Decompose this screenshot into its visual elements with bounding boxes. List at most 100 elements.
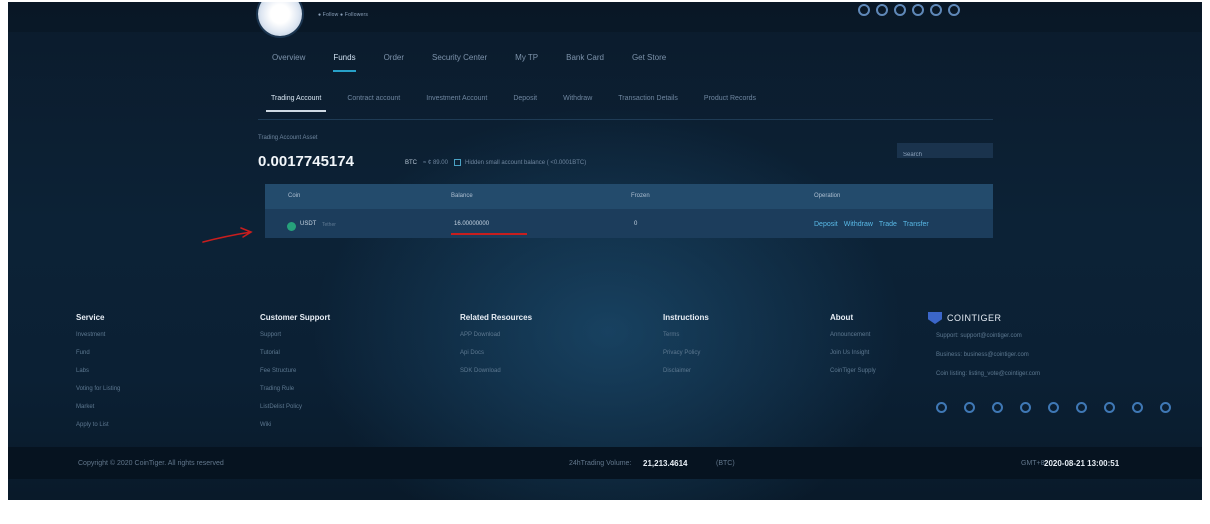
footer-link[interactable]: SDK Download bbox=[460, 368, 532, 374]
social-circle-icon[interactable] bbox=[948, 4, 960, 16]
search-input[interactable] bbox=[897, 147, 993, 163]
footer-support: Customer Support Support Tutorial Fee St… bbox=[260, 313, 330, 440]
operation-links: Deposit Withdraw Trade Transfer bbox=[814, 221, 929, 228]
footer-instructions-title: Instructions bbox=[663, 313, 709, 322]
timezone-label: GMT+8 bbox=[1021, 460, 1045, 467]
server-time: 2020-08-21 13:00:51 bbox=[1044, 459, 1120, 468]
footer-link[interactable]: Announcement bbox=[830, 332, 876, 338]
footer-social-icons bbox=[936, 402, 1171, 413]
social-circle-icon[interactable] bbox=[992, 402, 1003, 413]
social-circle-icon[interactable] bbox=[858, 4, 870, 16]
asset-value: 0.0017745174 bbox=[258, 153, 354, 170]
asset-label: Trading Account Asset bbox=[258, 135, 318, 141]
trade-link[interactable]: Trade bbox=[879, 221, 897, 228]
deposit-link[interactable]: Deposit bbox=[814, 221, 838, 228]
user-tags: ● Follow ● Followers bbox=[318, 12, 369, 18]
social-circle-icon[interactable] bbox=[1020, 402, 1031, 413]
volume-unit: (BTC) bbox=[716, 460, 735, 467]
social-circle-icon[interactable] bbox=[936, 402, 947, 413]
header-operation: Operation bbox=[814, 193, 841, 199]
footer-link[interactable]: Labs bbox=[76, 368, 120, 374]
tab-contract-account[interactable]: Contract account bbox=[334, 94, 413, 116]
social-circle-icon[interactable] bbox=[1132, 402, 1143, 413]
footer-about-title: About bbox=[830, 313, 854, 322]
sub-nav: Trading Account Contract account Investm… bbox=[258, 94, 769, 116]
transfer-link[interactable]: Transfer bbox=[903, 221, 929, 228]
social-circle-icon[interactable] bbox=[964, 402, 975, 413]
footer-resources-title: Related Resources bbox=[460, 313, 533, 322]
nav-my-tp[interactable]: My TP bbox=[501, 52, 552, 74]
social-circle-icon[interactable] bbox=[1048, 402, 1059, 413]
frozen-value: 0 bbox=[634, 221, 638, 227]
support-email[interactable]: Support: support@cointiger.com bbox=[936, 333, 1022, 339]
footer-link[interactable]: CoinTiger Supply bbox=[830, 368, 876, 374]
header-strip bbox=[8, 2, 1202, 32]
coin-subname: Tether bbox=[322, 222, 336, 228]
tab-trading-account[interactable]: Trading Account bbox=[258, 94, 334, 116]
copyright: Copyright © 2020 CoinTiger. All rights r… bbox=[78, 460, 224, 467]
nav-bank-card[interactable]: Bank Card bbox=[552, 52, 618, 74]
footer-link[interactable]: Tutorial bbox=[260, 350, 330, 356]
footer-service: Service Investment Fund Labs Voting for … bbox=[76, 313, 120, 440]
footer-link[interactable]: Fund bbox=[76, 350, 120, 356]
tab-investment-account[interactable]: Investment Account bbox=[413, 94, 500, 116]
footer-link[interactable]: Disclaimer bbox=[663, 368, 709, 374]
footer-link[interactable]: Api Docs bbox=[460, 350, 532, 356]
footer-link[interactable]: Terms bbox=[663, 332, 709, 338]
tab-deposit[interactable]: Deposit bbox=[500, 94, 550, 116]
social-circle-icon[interactable] bbox=[930, 4, 942, 16]
coin-name: USDT bbox=[300, 221, 317, 227]
footer-instructions: Instructions Terms Privacy Policy Discla… bbox=[663, 313, 709, 386]
withdraw-link[interactable]: Withdraw bbox=[844, 221, 873, 228]
balance-value: 16.00000000 bbox=[454, 221, 490, 227]
footer-link[interactable]: Trading Rule bbox=[260, 386, 330, 392]
footer-link[interactable]: Support bbox=[260, 332, 330, 338]
footer-about: About Announcement Join Us Insight CoinT… bbox=[830, 313, 876, 386]
footer-link[interactable]: Privacy Policy bbox=[663, 350, 709, 356]
bottom-bar: Copyright © 2020 CoinTiger. All rights r… bbox=[8, 447, 1202, 479]
header-frozen: Frozen bbox=[631, 193, 650, 199]
hide-small-balance-label: Hidden small account balance ( <0.0001BT… bbox=[465, 160, 587, 166]
social-circle-icon[interactable] bbox=[894, 4, 906, 16]
footer-link[interactable]: Wiki bbox=[260, 422, 330, 428]
brand-logo[interactable]: COINTIGER bbox=[928, 312, 1002, 324]
header-coin: Coin bbox=[288, 193, 301, 199]
brand-name: COINTIGER bbox=[947, 313, 1002, 323]
footer-link[interactable]: Join Us Insight bbox=[830, 350, 876, 356]
footer-link[interactable]: Market bbox=[76, 404, 120, 410]
subnav-divider bbox=[258, 119, 993, 120]
nav-get-store[interactable]: Get Store bbox=[618, 52, 680, 74]
business-email[interactable]: Business: business@cointiger.com bbox=[936, 352, 1029, 358]
tiger-shield-icon bbox=[928, 312, 942, 324]
social-circle-icon[interactable] bbox=[1104, 402, 1115, 413]
footer-link[interactable]: APP Download bbox=[460, 332, 532, 338]
listing-email[interactable]: Coin listing: listing_vote@cointiger.com bbox=[936, 371, 1040, 377]
social-circle-icon[interactable] bbox=[1076, 402, 1087, 413]
app-window: ● Follow ● Followers Overview Funds Orde… bbox=[8, 2, 1202, 500]
nav-funds[interactable]: Funds bbox=[319, 52, 369, 74]
nav-overview[interactable]: Overview bbox=[258, 52, 319, 74]
footer-link[interactable]: Voting for Listing bbox=[76, 386, 120, 392]
usdt-coin-icon bbox=[287, 222, 296, 231]
footer-resources: Related Resources APP Download Api Docs … bbox=[460, 313, 532, 386]
tab-transaction-details[interactable]: Transaction Details bbox=[605, 94, 691, 116]
footer-link[interactable]: Apply to List bbox=[76, 422, 120, 428]
footer-link[interactable]: ListDelist Policy bbox=[260, 404, 330, 410]
tab-product-records[interactable]: Product Records bbox=[691, 94, 769, 116]
top-social-icons bbox=[858, 4, 960, 16]
footer-link[interactable]: Investment bbox=[76, 332, 120, 338]
asset-unit: BTC bbox=[405, 160, 417, 166]
nav-order[interactable]: Order bbox=[370, 52, 418, 74]
tab-withdraw[interactable]: Withdraw bbox=[550, 94, 605, 116]
social-circle-icon[interactable] bbox=[1160, 402, 1171, 413]
footer-link[interactable]: Fee Structure bbox=[260, 368, 330, 374]
search-box bbox=[897, 143, 993, 163]
social-circle-icon[interactable] bbox=[876, 4, 888, 16]
hide-small-balance-checkbox[interactable] bbox=[454, 159, 461, 166]
table-header: Coin Balance Frozen Operation bbox=[265, 184, 993, 209]
footer-support-title: Customer Support bbox=[260, 313, 331, 322]
asset-cny-value: ≈ ¢ 89.00 bbox=[423, 160, 448, 166]
social-circle-icon[interactable] bbox=[912, 4, 924, 16]
volume-value: 21,213.4614 bbox=[643, 459, 688, 468]
nav-security-center[interactable]: Security Center bbox=[418, 52, 501, 74]
